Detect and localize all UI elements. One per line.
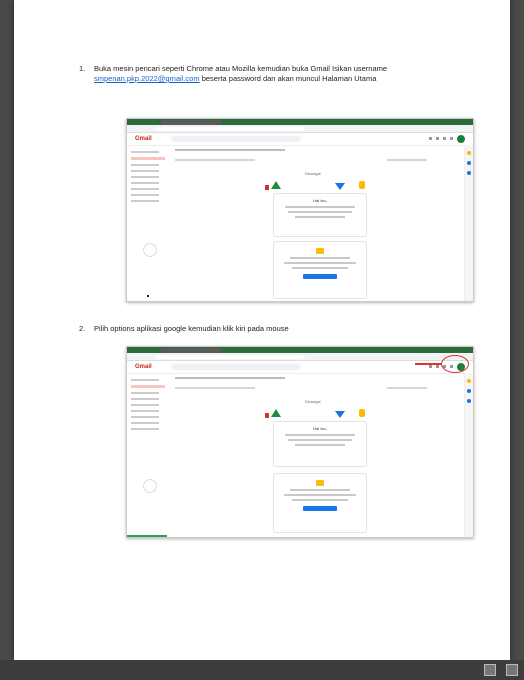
side-panel-rail xyxy=(464,145,473,301)
step-2-text: 2. Pilih options aplikasi google kemudia… xyxy=(79,324,484,334)
gmail-logo: Gmail xyxy=(135,136,152,142)
highlight-arrow xyxy=(415,363,441,365)
browser-address-bar xyxy=(127,125,473,133)
card-header: Dicurigai xyxy=(305,399,321,404)
email-subject-line xyxy=(175,149,285,151)
step-number: 1. xyxy=(79,64,86,73)
step-1-text: 1. Buka mesin pencari seperti Chrome ata… xyxy=(79,64,484,84)
empty-state-icon xyxy=(143,243,157,257)
page-icon[interactable] xyxy=(484,664,496,676)
document-page: 1. Buka mesin pencari seperti Chrome ata… xyxy=(14,0,510,660)
gmail-screenshot-2: Gmail Dicurigai Hai Isu, xyxy=(126,346,474,538)
storage-card xyxy=(273,473,367,533)
apps-button-highlight xyxy=(441,355,469,373)
gmail-screenshot-1: Gmail Dicurigai Hai Isu, xyxy=(126,118,474,302)
email-link[interactable]: smpenan.pkp.2022@gmail.com xyxy=(94,74,200,83)
empty-state-icon xyxy=(143,479,157,493)
browser-address-bar xyxy=(127,353,473,361)
step-1-outro: beserta password dan akan muncul Halaman… xyxy=(201,74,377,83)
gmail-sidebar xyxy=(131,375,169,434)
welcome-card: Hai Isu, xyxy=(273,193,367,237)
card-title: Hai Isu, xyxy=(313,198,327,203)
email-sender-line xyxy=(175,159,255,161)
side-panel-rail xyxy=(464,373,473,537)
gmail-header: Gmail xyxy=(127,133,473,146)
gmail-search-bar xyxy=(171,364,301,370)
step-1-intro: Buka mesin pencari seperti Chrome atau M… xyxy=(94,64,388,73)
viewer-bottom-bar xyxy=(0,660,524,680)
email-subject-line xyxy=(175,377,285,379)
step-2-body: Pilih options aplikasi google kemudian k… xyxy=(94,324,289,333)
avatar xyxy=(457,135,465,143)
step-number: 2. xyxy=(79,324,86,333)
taskbar-strip xyxy=(127,535,167,537)
email-sender-line xyxy=(175,387,255,389)
welcome-card: Hai Isu, xyxy=(273,421,367,467)
card-action-button xyxy=(303,506,337,511)
storage-card xyxy=(273,241,367,299)
gmail-search-bar xyxy=(171,136,301,142)
page-icon[interactable] xyxy=(506,664,518,676)
card-action-button xyxy=(303,274,337,279)
header-icons xyxy=(429,137,453,140)
gmail-logo: Gmail xyxy=(135,364,152,370)
email-date-line xyxy=(387,387,427,389)
gmail-sidebar xyxy=(131,147,169,206)
card-header: Dicurigai xyxy=(305,171,321,176)
email-date-line xyxy=(387,159,427,161)
card-title: Hai Isu, xyxy=(313,426,327,431)
